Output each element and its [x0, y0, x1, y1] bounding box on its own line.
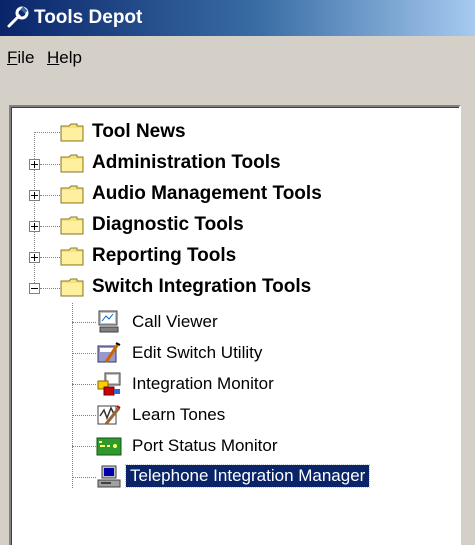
tree-connector [72, 322, 96, 323]
selected-item-label: Telephone Integration Manager [124, 464, 371, 488]
expand-plus-icon[interactable] [29, 252, 40, 263]
folder-icon [60, 122, 84, 142]
telephone-manager-icon [96, 464, 122, 490]
tree-item-learn-tones[interactable]: Learn Tones [12, 400, 452, 430]
tree-folder-administration-tools[interactable]: Administration Tools [12, 149, 452, 179]
port-status-icon [96, 433, 122, 459]
menu-file[interactable]: File [7, 48, 34, 68]
expand-plus-icon[interactable] [29, 221, 40, 232]
menu-help[interactable]: Help [47, 48, 82, 68]
tree-connector [40, 164, 60, 165]
tree-item-call-viewer[interactable]: Call Viewer [12, 307, 452, 337]
tree-item-edit-switch-utility[interactable]: Edit Switch Utility [12, 338, 452, 368]
tree-folder-tool-news[interactable]: Tool News [12, 118, 452, 148]
tree-connector [72, 353, 96, 354]
folder-icon [60, 215, 84, 235]
tree-connector [72, 384, 96, 385]
tree-folder-audio-management-tools[interactable]: Audio Management Tools [12, 180, 452, 210]
integration-monitor-icon [96, 371, 122, 397]
tree-folder-diagnostic-tools[interactable]: Diagnostic Tools [12, 211, 452, 241]
tree-folder-reporting-tools[interactable]: Reporting Tools [12, 242, 452, 272]
tree-item-telephone-integration-manager[interactable]: Telephone Integration Manager [12, 462, 452, 492]
folder-icon [60, 184, 84, 204]
call-viewer-icon [96, 309, 122, 335]
tree-item-integration-monitor[interactable]: Integration Monitor [12, 369, 452, 399]
edit-switch-icon [96, 340, 122, 366]
tree-connector [40, 257, 60, 258]
tree-content: Tool News Administration Tools Audio Man… [11, 107, 459, 545]
folder-icon [60, 153, 84, 173]
tree-folder-switch-integration-tools[interactable]: Switch Integration Tools [12, 273, 452, 303]
wrench-icon [6, 6, 30, 30]
tree-connector [40, 226, 60, 227]
tools-tree-view[interactable]: Tool News Administration Tools Audio Man… [9, 105, 461, 545]
folder-icon [60, 246, 84, 266]
title-bar[interactable]: Tools Depot [0, 0, 475, 36]
expand-plus-icon[interactable] [29, 159, 40, 170]
expand-plus-icon[interactable] [29, 190, 40, 201]
window-title: Tools Depot [34, 7, 143, 28]
collapse-minus-icon[interactable] [29, 283, 40, 294]
menu-bar: File Help [0, 38, 475, 72]
tree-item-port-status-monitor[interactable]: Port Status Monitor [12, 431, 452, 461]
tree-connector [72, 446, 96, 447]
learn-tones-icon [96, 402, 122, 428]
tree-connector [72, 415, 96, 416]
tree-connector [72, 477, 96, 478]
folder-icon [60, 277, 84, 297]
tree-connector [40, 195, 60, 196]
tree-connector [40, 288, 60, 289]
